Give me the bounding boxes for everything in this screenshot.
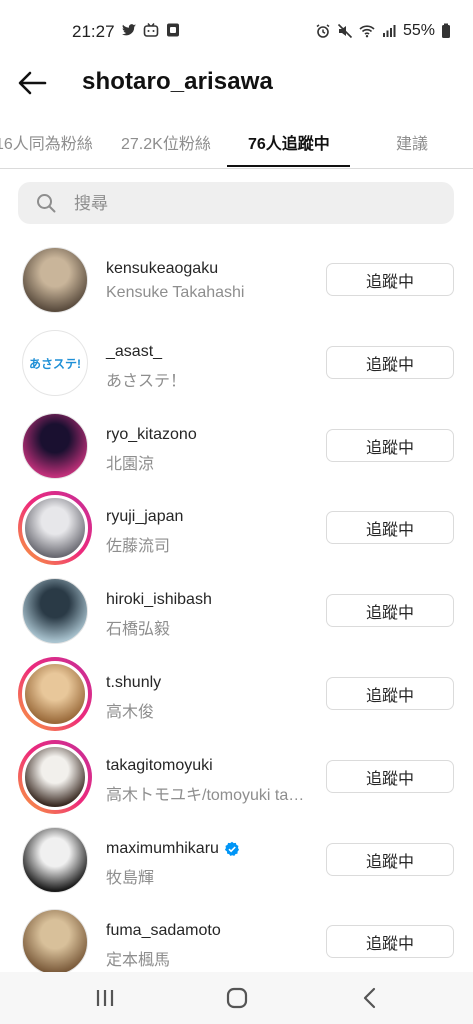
username-row: takagitomoyuki — [106, 757, 213, 775]
display-name: 定本楓馬 — [106, 952, 171, 969]
user-list-item[interactable]: ryo_kitazono 北園涼 追蹤中 — [0, 404, 473, 487]
user-list-item[interactable]: ryuji_japan 佐藤流司 追蹤中 — [0, 486, 473, 569]
user-list-item[interactable]: fuma_sadamoto 定本楓馬 追蹤中 — [0, 900, 473, 983]
profile-username-title: shotaro_arisawa — [82, 68, 273, 95]
following-button[interactable]: 追蹤中 — [326, 760, 454, 793]
back-nav-icon[interactable] — [358, 986, 384, 1010]
avatar-image — [22, 909, 88, 975]
mute-icon — [337, 23, 353, 39]
avatar-image: あさステ! — [22, 330, 88, 396]
app-icon — [167, 23, 179, 37]
following-button[interactable]: 追蹤中 — [326, 677, 454, 710]
username-row: hiroki_ishibash — [106, 591, 212, 609]
avatar[interactable] — [22, 909, 88, 975]
username[interactable]: ryuji_japan — [106, 508, 183, 526]
display-name: 高木トモユキ/tomoyuki takagi — [106, 787, 311, 804]
avatar-story-ring[interactable] — [18, 740, 92, 814]
username-row: t.shunly — [106, 674, 161, 692]
following-button[interactable]: 追蹤中 — [326, 346, 454, 379]
username[interactable]: fuma_sadamoto — [106, 922, 221, 940]
avatar[interactable]: あさステ! — [22, 330, 88, 396]
username[interactable]: _asast_ — [106, 343, 162, 361]
following-button[interactable]: 追蹤中 — [326, 843, 454, 876]
display-name: 石橋弘毅 — [106, 621, 171, 638]
username-row: fuma_sadamoto — [106, 922, 221, 940]
status-bar: 21:27 55% — [0, 0, 473, 64]
status-time: 21:27 — [72, 22, 115, 41]
tab-suggestions[interactable]: 建議 — [396, 130, 428, 154]
profile-header: shotaro_arisawa — [0, 60, 473, 106]
avatar-image — [22, 495, 88, 561]
active-tab-indicator — [227, 165, 350, 167]
display-name: Kensuke Takahashi — [106, 284, 245, 301]
username-row: kensukeaogaku — [106, 260, 218, 278]
username-row: ryo_kitazono — [106, 426, 197, 444]
battery-icon — [442, 23, 450, 38]
avatar-image — [22, 247, 88, 313]
username-row: _asast_ — [106, 343, 162, 361]
following-button[interactable]: 追蹤中 — [326, 511, 454, 544]
user-list-item[interactable]: takagitomoyuki 高木トモユキ/tomoyuki takagi 追蹤中 — [0, 735, 473, 818]
username[interactable]: t.shunly — [106, 674, 161, 692]
username-row: maximumhikaru — [106, 840, 240, 858]
verified-badge-icon — [224, 841, 239, 856]
username-row: ryuji_japan — [106, 508, 183, 526]
tab-mutual-followers[interactable]: 16人同為粉絲 — [0, 130, 93, 154]
wifi-icon — [359, 25, 375, 38]
username[interactable]: ryo_kitazono — [106, 426, 197, 444]
following-button[interactable]: 追蹤中 — [326, 594, 454, 627]
status-system-icons: 55% — [315, 22, 451, 40]
system-navigation-bar — [0, 972, 473, 1024]
twitter-icon — [122, 24, 136, 36]
avatar-image — [22, 827, 88, 893]
avatar-story-ring[interactable] — [18, 657, 92, 731]
search-input[interactable] — [72, 182, 436, 226]
username[interactable]: kensukeaogaku — [106, 260, 218, 278]
back-arrow-icon[interactable] — [16, 68, 48, 98]
display-name: あさステ！ — [106, 373, 187, 390]
user-list-item[interactable]: hiroki_ishibash 石橋弘毅 追蹤中 — [0, 569, 473, 652]
avatar-image — [22, 661, 88, 727]
tab-followers[interactable]: 27.2K位粉絲 — [121, 130, 211, 154]
avatar[interactable] — [22, 827, 88, 893]
following-button[interactable]: 追蹤中 — [326, 429, 454, 462]
avatar[interactable] — [22, 247, 88, 313]
home-icon[interactable] — [224, 986, 250, 1010]
avatar-logo-text: あさステ! — [29, 356, 81, 371]
user-list-item[interactable]: あさステ! _asast_ あさステ！ 追蹤中 — [0, 321, 473, 404]
following-button[interactable]: 追蹤中 — [326, 263, 454, 296]
display-name: 高木俊 — [106, 704, 155, 721]
username[interactable]: takagitomoyuki — [106, 757, 213, 775]
tab-following[interactable]: 76人追蹤中 — [248, 130, 330, 154]
username[interactable]: maximumhikaru — [106, 840, 219, 858]
recent-apps-icon[interactable] — [92, 986, 118, 1010]
user-list-item[interactable]: kensukeaogaku Kensuke Takahashi 追蹤中 — [0, 238, 473, 321]
display-name: 牧島輝 — [106, 870, 155, 887]
bilibili-icon — [143, 23, 159, 37]
avatar-image — [22, 413, 88, 479]
user-list-item[interactable]: maximumhikaru 牧島輝 追蹤中 — [0, 818, 473, 901]
avatar-story-ring[interactable] — [18, 491, 92, 565]
search-bar[interactable] — [18, 182, 454, 226]
display-name: 佐藤流司 — [106, 538, 171, 555]
status-notification-icons — [121, 22, 181, 38]
signal-icon — [382, 25, 396, 37]
username[interactable]: hiroki_ishibash — [106, 591, 212, 609]
avatar[interactable] — [22, 578, 88, 644]
follow-tabs: 16人同為粉絲 27.2K位粉絲 76人追蹤中 建議 — [0, 118, 473, 169]
avatar-image — [22, 744, 88, 810]
avatar-image — [22, 578, 88, 644]
avatar[interactable] — [22, 413, 88, 479]
following-button[interactable]: 追蹤中 — [326, 925, 454, 958]
display-name: 北園涼 — [106, 456, 155, 473]
user-list-item[interactable]: t.shunly 高木俊 追蹤中 — [0, 652, 473, 735]
alarm-icon — [316, 24, 330, 38]
battery-percent: 55% — [402, 22, 435, 39]
search-icon — [37, 194, 56, 213]
